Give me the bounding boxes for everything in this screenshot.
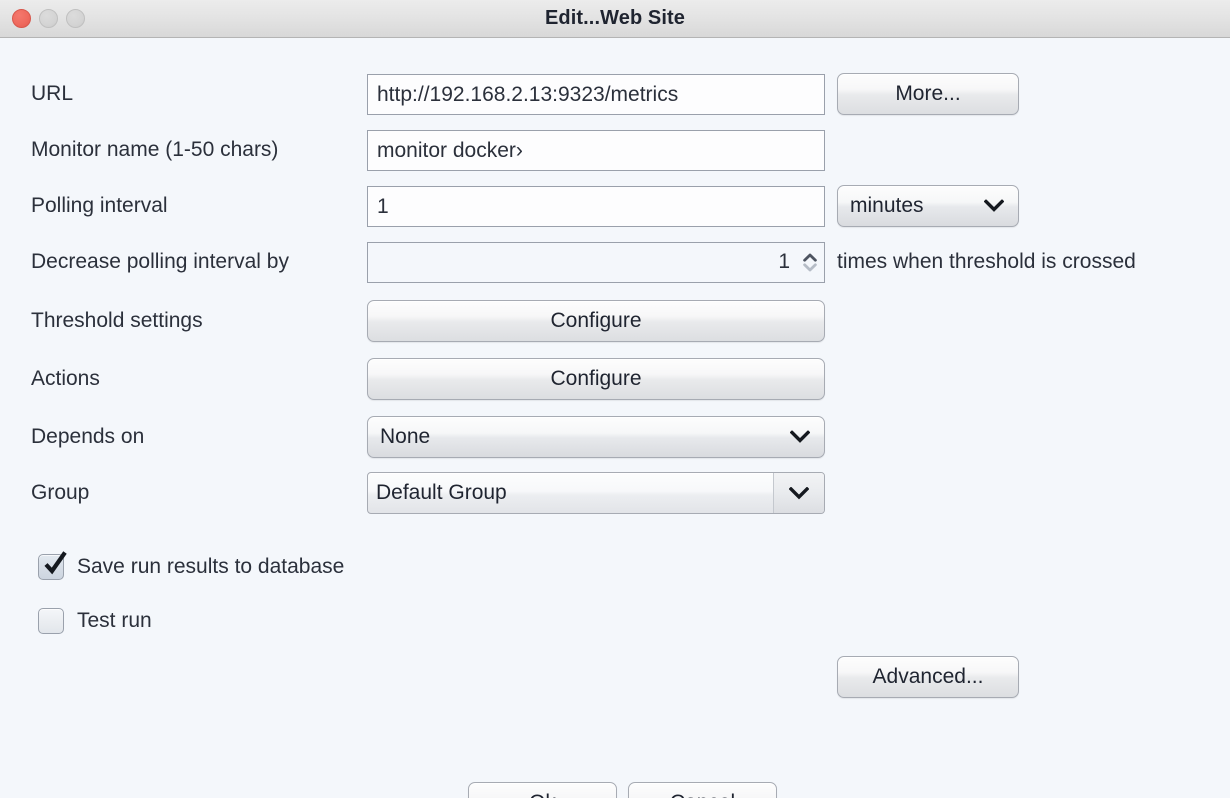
polling-interval-row: Polling interval 1 minutes — [0, 184, 1230, 228]
depends-on-row: Depends on None — [0, 415, 1230, 459]
chevron-down-icon — [789, 487, 809, 500]
window-titlebar: Edit...Web Site — [0, 0, 1230, 38]
threshold-configure-button[interactable]: Configure — [367, 300, 825, 342]
test-run-checkbox[interactable] — [38, 608, 64, 634]
polling-interval-label: Polling interval — [31, 194, 168, 218]
save-results-label: Save run results to database — [77, 555, 344, 579]
url-more-wrap: More... — [837, 73, 1019, 115]
threshold-settings-label: Threshold settings — [31, 309, 203, 333]
stepper-down-icon[interactable] — [803, 263, 817, 272]
polling-unit-select[interactable]: minutes — [837, 185, 1019, 227]
threshold-settings-button-wrap: Configure — [367, 300, 825, 342]
depends-on-value: None — [380, 425, 430, 449]
url-field-wrap: http://192.168.2.13:9323/metrics — [367, 74, 825, 115]
test-run-checkbox-row[interactable]: Test run — [38, 608, 152, 634]
url-row: URL http://192.168.2.13:9323/metrics Mor… — [0, 72, 1230, 116]
actions-configure-button[interactable]: Configure — [367, 358, 825, 400]
group-dropdown-button[interactable] — [773, 473, 824, 513]
polling-interval-field-wrap: 1 — [367, 186, 825, 227]
decrease-polling-label: Decrease polling interval by — [31, 250, 289, 274]
chevron-down-icon — [984, 200, 1004, 213]
window-title: Edit...Web Site — [0, 7, 1230, 30]
monitor-name-input[interactable]: monitor docker› — [367, 130, 825, 171]
depends-on-label: Depends on — [31, 425, 144, 449]
checkmark-icon — [41, 550, 69, 578]
stepper-arrows[interactable] — [800, 245, 820, 279]
decrease-polling-value: 1 — [778, 250, 790, 274]
decrease-polling-field-wrap: 1 — [367, 242, 825, 283]
decrease-polling-stepper[interactable]: 1 — [367, 242, 825, 283]
advanced-button[interactable]: Advanced... — [837, 656, 1019, 698]
decrease-polling-row: Decrease polling interval by 1 times whe… — [0, 240, 1230, 284]
depends-on-select[interactable]: None — [367, 416, 825, 458]
more-button[interactable]: More... — [837, 73, 1019, 115]
advanced-button-wrap: Advanced... — [837, 656, 1019, 698]
save-results-checkbox[interactable] — [38, 554, 64, 580]
threshold-settings-row: Threshold settings Configure — [0, 299, 1230, 343]
polling-unit-wrap: minutes — [837, 185, 1019, 227]
actions-button-wrap: Configure — [367, 358, 825, 400]
group-select[interactable]: Default Group — [367, 472, 825, 514]
group-value: Default Group — [376, 481, 507, 505]
cancel-button[interactable]: Cancel — [628, 782, 777, 798]
monitor-name-row: Monitor name (1-50 chars) monitor docker… — [0, 128, 1230, 172]
monitor-name-field-wrap: monitor docker› — [367, 130, 825, 171]
edit-web-site-dialog: Edit...Web Site URL http://192.168.2.13:… — [0, 0, 1230, 798]
dialog-body: URL http://192.168.2.13:9323/metrics Mor… — [0, 38, 1230, 798]
chevron-down-icon — [790, 431, 810, 444]
group-row: Group Default Group — [0, 471, 1230, 515]
monitor-name-label: Monitor name (1-50 chars) — [31, 138, 278, 162]
actions-row: Actions Configure — [0, 357, 1230, 401]
polling-unit-value: minutes — [850, 194, 924, 218]
test-run-label: Test run — [77, 609, 152, 633]
url-label: URL — [31, 82, 73, 106]
save-results-checkbox-row[interactable]: Save run results to database — [38, 554, 344, 580]
polling-interval-input[interactable]: 1 — [367, 186, 825, 227]
group-select-wrap: Default Group — [367, 472, 825, 514]
depends-on-select-wrap: None — [367, 416, 825, 458]
group-label: Group — [31, 481, 89, 505]
decrease-polling-suffix: times when threshold is crossed — [837, 250, 1136, 274]
actions-label: Actions — [31, 367, 100, 391]
dialog-actions: Ok Cancel — [468, 782, 777, 798]
ok-button[interactable]: Ok — [468, 782, 617, 798]
url-input[interactable]: http://192.168.2.13:9323/metrics — [367, 74, 825, 115]
stepper-up-icon[interactable] — [803, 253, 817, 262]
